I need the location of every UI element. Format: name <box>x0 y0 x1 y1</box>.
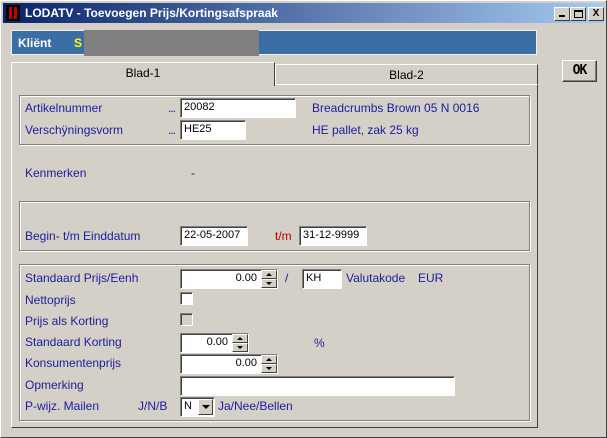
tab-blad-1[interactable]: Blad-1 <box>11 62 275 86</box>
client-label: Kliënt <box>18 36 52 50</box>
close-button[interactable]: X <box>588 7 604 21</box>
artikelnummer-description: Breadcrumbs Brown 05 N 0016 <box>312 101 480 115</box>
ok-button[interactable]: OK <box>562 60 597 82</box>
price-unit-field[interactable]: KH <box>302 269 342 289</box>
artikelnummer-lookup[interactable]: ... <box>168 101 176 115</box>
title-bar[interactable]: LODATV - Toevoegen Prijs/Kortingsafspraa… <box>3 3 604 23</box>
artikelnummer-field[interactable]: 20082 <box>180 98 296 118</box>
standaard-korting-field[interactable]: 0.00 <box>180 333 249 353</box>
valutakode-value: EUR <box>418 271 444 285</box>
maximize-button[interactable] <box>570 7 586 21</box>
verschijningsvorm-description: HE pallet, zak 25 kg <box>312 123 419 137</box>
pwijz-mailen-value: N <box>184 400 192 412</box>
standaard-prijs-field[interactable]: 0.00 <box>180 269 278 289</box>
main-window: LODATV - Toevoegen Prijs/Kortingsafspraa… <box>0 0 607 438</box>
window-title: LODATV - Toevoegen Prijs/Kortingsafspraa… <box>25 6 278 20</box>
maximize-icon <box>574 10 583 18</box>
nettoprijs-label: Nettoprijs <box>25 293 76 307</box>
standaard-korting-value: 0.00 <box>206 336 228 348</box>
konsumentenprijs-field[interactable]: 0.00 <box>180 354 278 374</box>
begin-date-field[interactable]: 22-05-2007 <box>180 226 248 246</box>
dates-group <box>19 201 530 251</box>
konsumentenprijs-spinner[interactable] <box>261 355 277 373</box>
pwijz-mailen-select[interactable]: N <box>180 397 215 417</box>
konsumentenprijs-value: 0.00 <box>235 357 257 369</box>
standaard-prijs-spinner[interactable] <box>261 270 277 288</box>
standaard-prijs-value: 0.00 <box>235 272 257 284</box>
standaard-korting-spinner[interactable] <box>232 334 248 352</box>
pwijz-mailen-hint: J/N/B <box>138 399 168 413</box>
minimize-button[interactable] <box>554 7 570 21</box>
prijs-als-korting-checkbox[interactable] <box>180 313 193 326</box>
app-icon[interactable] <box>6 5 20 21</box>
valutakode-label: Valutakode <box>346 271 406 285</box>
prijs-als-korting-label: Prijs als Korting <box>25 314 109 328</box>
verschijningsvorm-label: Verschÿningsvorm <box>25 123 124 137</box>
close-icon: X <box>592 8 600 19</box>
tab-blad-2[interactable]: Blad-2 <box>275 64 538 86</box>
pwijz-mailen-description: Ja/Nee/Bellen <box>218 399 293 413</box>
konsumentenprijs-label: Konsumentenprijs <box>25 356 122 370</box>
kenmerken-label: Kenmerken <box>25 166 87 180</box>
client-bar: Kliënt S <box>11 30 537 56</box>
percent-sign: % <box>314 336 325 350</box>
dates-label: Begin- t/m Einddatum <box>25 229 141 243</box>
end-date-field[interactable]: 31-12-9999 <box>299 226 367 246</box>
redacted-client-name <box>84 30 259 56</box>
verschijningsvorm-field[interactable]: HE25 <box>180 120 246 140</box>
verschijningsvorm-lookup[interactable]: ... <box>168 123 176 137</box>
date-separator: t/m <box>275 229 292 243</box>
chevron-down-icon[interactable] <box>198 399 213 415</box>
opmerking-field[interactable] <box>180 376 455 396</box>
pwijz-mailen-label: P-wijz. Mailen <box>25 399 100 413</box>
kenmerken-value: - <box>191 166 195 180</box>
opmerking-label: Opmerking <box>25 378 84 392</box>
artikelnummer-label: Artikelnummer <box>25 101 103 115</box>
client-value: S <box>74 36 83 50</box>
minimize-icon <box>559 15 565 17</box>
nettoprijs-checkbox[interactable] <box>180 292 193 305</box>
price-unit-slash: / <box>285 271 289 285</box>
standaard-prijs-label: Standaard Prijs/Eenh <box>25 271 139 285</box>
standaard-korting-label: Standaard Korting <box>25 335 122 349</box>
